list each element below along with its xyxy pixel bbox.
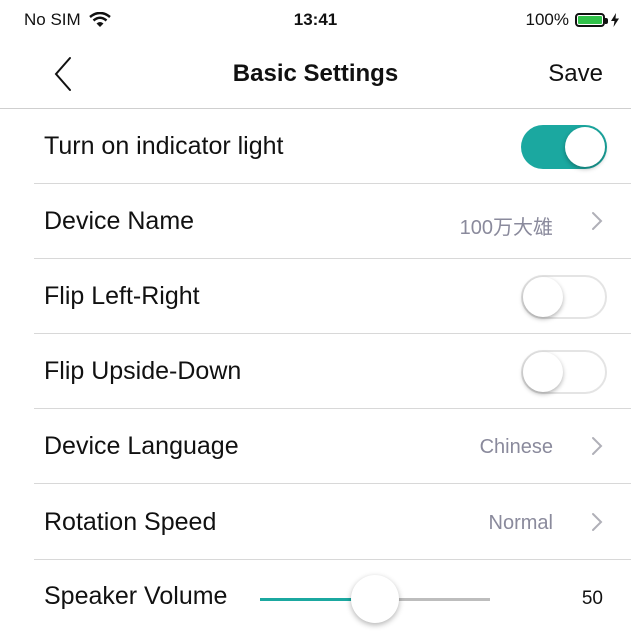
setting-row-device-language[interactable]: Device Language Chinese (34, 408, 631, 484)
rotation-speed-value: Normal (488, 512, 553, 534)
device-name-value: 100万大雄 (459, 217, 553, 239)
setting-row-speaker-volume: Speaker Volume 50 (34, 560, 631, 632)
indicator-light-label: Turn on indicator light (44, 132, 284, 160)
device-language-label: Device Language (44, 432, 239, 460)
rotation-speed-label: Rotation Speed (44, 508, 217, 536)
setting-row-device-name[interactable]: Device Name 100万大雄 (34, 183, 631, 259)
chevron-right-icon (592, 212, 603, 230)
setting-row-flip-left-right: Flip Left-Right (34, 258, 631, 334)
chevron-right-icon (592, 513, 603, 531)
navigation-bar: Basic Settings Save (0, 40, 631, 109)
setting-row-rotation-speed[interactable]: Rotation Speed Normal (34, 484, 631, 560)
setting-row-indicator-light: Turn on indicator light (34, 108, 631, 184)
device-language-value: Chinese (479, 436, 553, 458)
flip-upside-down-toggle[interactable] (521, 350, 607, 394)
device-name-label: Device Name (44, 207, 195, 235)
battery-icon (575, 13, 608, 27)
speaker-volume-label: Speaker Volume (44, 582, 228, 610)
toggle-knob (523, 352, 563, 392)
page-title: Basic Settings (232, 60, 399, 87)
flip-left-right-toggle[interactable] (521, 275, 607, 319)
flip-upside-down-label: Flip Upside-Down (44, 357, 242, 385)
save-button[interactable]: Save (548, 60, 603, 88)
toggle-knob (565, 127, 605, 167)
charging-icon (611, 13, 619, 27)
volume-slider-thumb[interactable] (351, 575, 399, 623)
speaker-volume-value: 50 (581, 588, 603, 609)
chevron-right-icon (592, 437, 603, 455)
indicator-light-toggle[interactable] (521, 125, 607, 169)
battery-percent: 100% (525, 10, 569, 29)
setting-row-flip-upside-down: Flip Upside-Down (34, 333, 631, 409)
toggle-knob (523, 277, 563, 317)
flip-left-right-label: Flip Left-Right (44, 282, 200, 310)
status-bar: No SIM 13:41 100% (0, 0, 631, 40)
